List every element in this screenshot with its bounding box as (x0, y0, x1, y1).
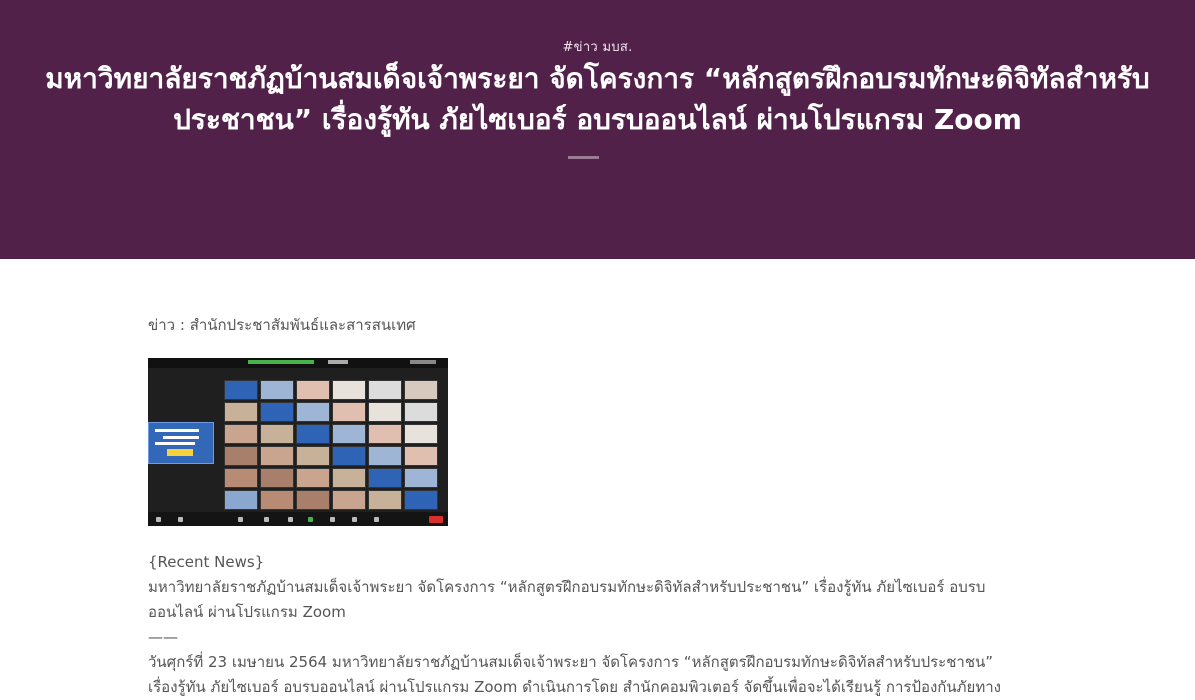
participant-tile (332, 468, 366, 488)
participant-tile (368, 468, 402, 488)
participant-tile (296, 468, 330, 488)
participant-tile (404, 468, 438, 488)
article-image-zoom-meeting[interactable] (148, 358, 448, 526)
participant-tile (368, 424, 402, 444)
article-headline: มหาวิทยาลัยราชภัฏบ้านสมเด็จเจ้าพระยา จัด… (148, 578, 986, 621)
participant-tile (224, 424, 258, 444)
participant-tile (368, 380, 402, 400)
participant-tile (404, 490, 438, 510)
participant-tile (368, 446, 402, 466)
participant-tile (260, 380, 294, 400)
participant-tile (332, 380, 366, 400)
participant-tile (332, 446, 366, 466)
participant-tile (368, 490, 402, 510)
participant-tile (332, 402, 366, 422)
participant-tile (296, 380, 330, 400)
participant-tile (404, 424, 438, 444)
participant-tile (296, 446, 330, 466)
participant-tile (296, 490, 330, 510)
participant-tile (260, 490, 294, 510)
title-divider (568, 156, 599, 159)
shared-slide-thumbnail (148, 422, 214, 464)
participant-tile (224, 446, 258, 466)
participant-tile (260, 446, 294, 466)
separator: —— (148, 628, 178, 646)
participant-tile (404, 446, 438, 466)
participant-tile (224, 402, 258, 422)
participant-tile (224, 380, 258, 400)
participant-tile (260, 468, 294, 488)
participant-tile (224, 468, 258, 488)
participant-tile (260, 402, 294, 422)
participant-tile (404, 380, 438, 400)
participant-tile (332, 424, 366, 444)
page-title: มหาวิทยาลัยราชภัฏบ้านสมเด็จเจ้าพระยา จัด… (45, 62, 1150, 136)
article-content: ข่าว : สำนักประชาสัมพันธ์และสารสนเทศ {Re… (148, 313, 1008, 700)
participant-tile (224, 490, 258, 510)
hero-banner: #ข่าว มบส. มหาวิทยาลัยราชภัฏบ้านสมเด็จเจ… (0, 0, 1195, 259)
participant-tile (296, 424, 330, 444)
participant-tile (332, 490, 366, 510)
category-tag[interactable]: #ข่าว มบส. (0, 36, 1195, 57)
participant-tile (404, 402, 438, 422)
zoom-top-bar (148, 358, 448, 368)
news-source: ข่าว : สำนักประชาสัมพันธ์และสารสนเทศ (148, 316, 416, 334)
recent-news-label: {Recent News} (148, 553, 265, 571)
participant-tile (260, 424, 294, 444)
participant-tile (368, 402, 402, 422)
zoom-toolbar (148, 512, 448, 526)
participant-tile (296, 402, 330, 422)
